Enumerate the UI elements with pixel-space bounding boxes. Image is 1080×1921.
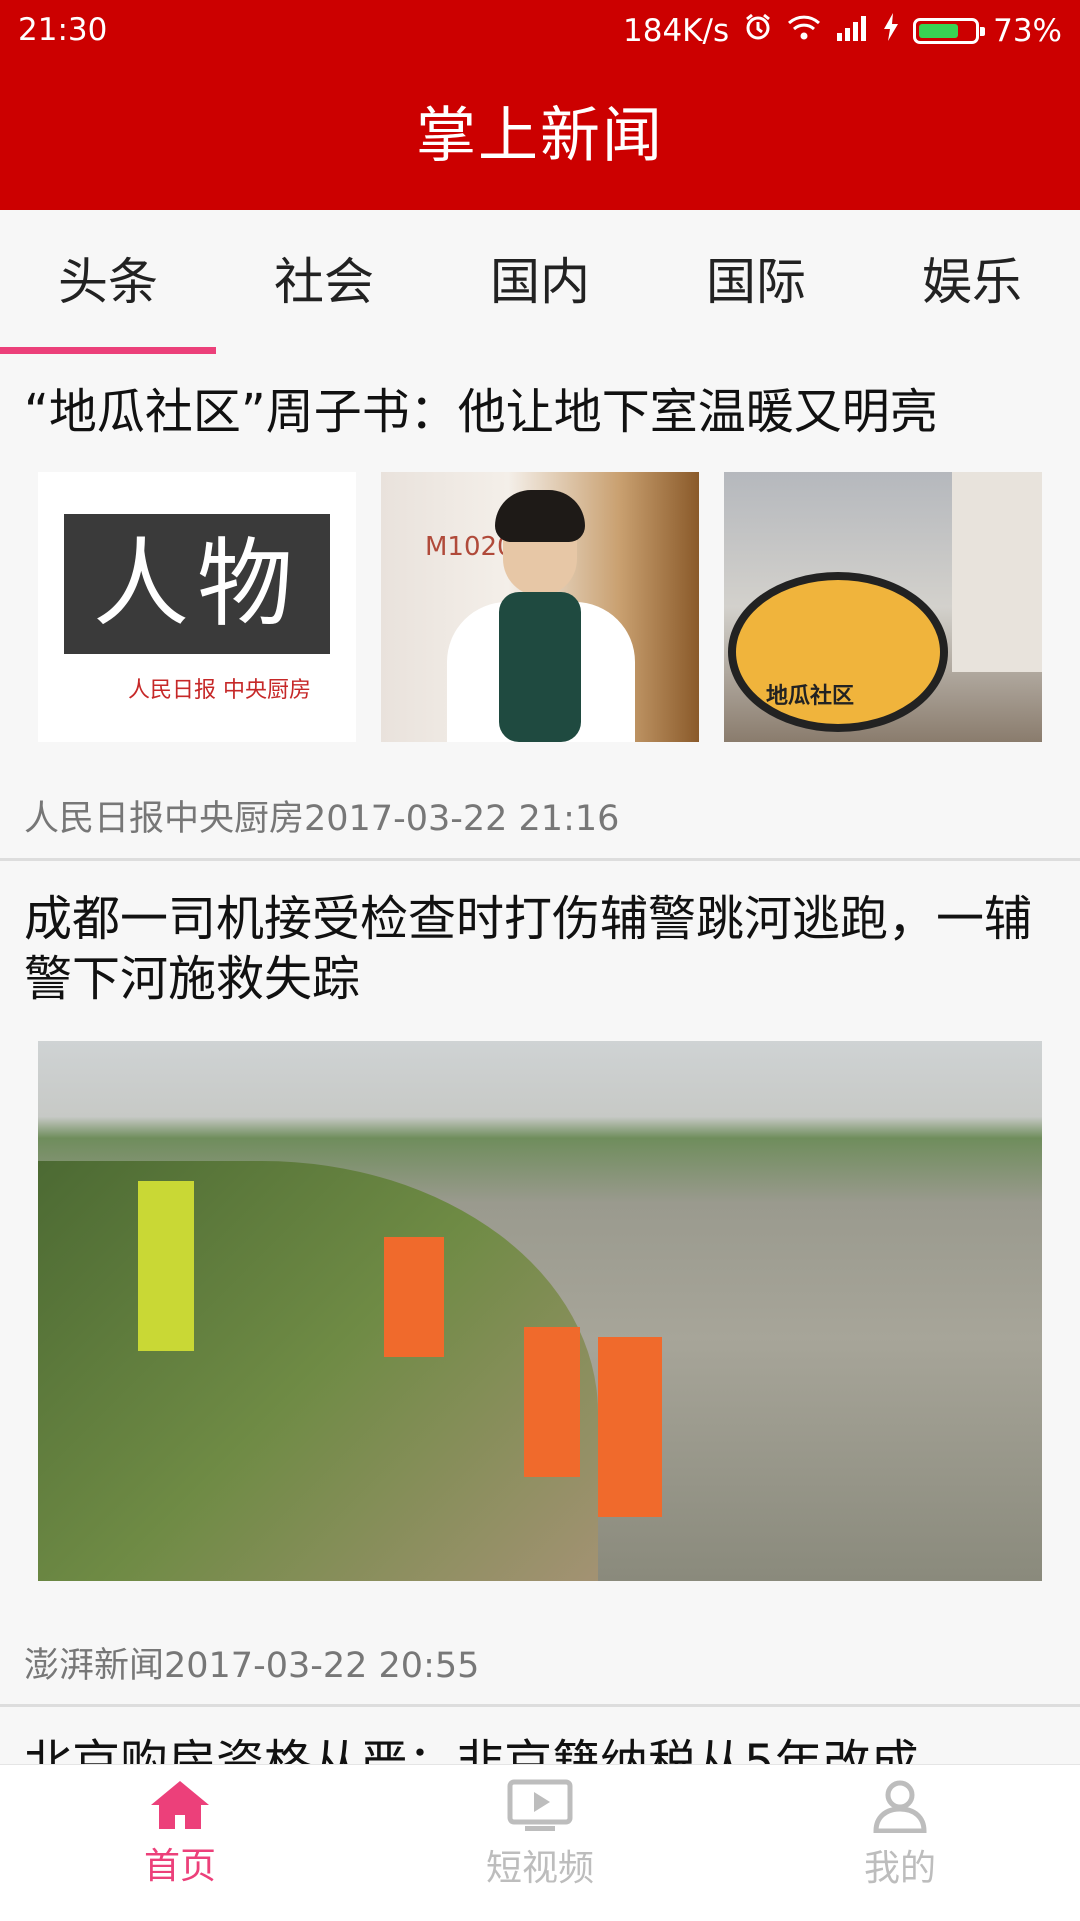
bottom-nav: 首页 短视频 我的 xyxy=(0,1764,1080,1921)
nav-mine[interactable]: 我的 xyxy=(720,1765,1080,1921)
tab-domestic[interactable]: 国内 xyxy=(432,210,648,354)
nav-home-label: 首页 xyxy=(143,1846,216,1887)
building xyxy=(952,472,1042,672)
logo-block: 人物 xyxy=(64,514,330,654)
scarf xyxy=(499,592,581,742)
battery-level xyxy=(919,24,959,38)
news-title[interactable]: “地瓜社区”周子书：他让地下室温暖又明亮 xyxy=(24,382,1056,442)
news-item[interactable]: “地瓜社区”周子书：他让地下室温暖又明亮 人物 人民日报 中央厨房 M1020 … xyxy=(0,354,1080,861)
alarm-icon xyxy=(743,12,773,50)
signal-icon xyxy=(835,13,869,49)
wifi-icon xyxy=(787,13,821,49)
tab-international[interactable]: 国际 xyxy=(648,210,864,354)
tab-headlines[interactable]: 头条 xyxy=(0,210,216,354)
status-bar: 21:30 184K/s 73% xyxy=(0,0,1080,62)
person-icon xyxy=(720,1779,1080,1833)
news-image-river[interactable] xyxy=(38,1041,1042,1581)
rescuer-4 xyxy=(598,1337,662,1517)
thumbnail-sign[interactable]: 地瓜社区 xyxy=(724,472,1042,742)
battery-percent: 73% xyxy=(993,13,1062,49)
rescuer-2 xyxy=(384,1237,444,1357)
battery-icon xyxy=(913,18,986,44)
status-time: 21:30 xyxy=(18,12,108,48)
thumbnail-logo[interactable]: 人物 人民日报 中央厨房 xyxy=(38,472,356,742)
logo-text: 人物 xyxy=(93,528,301,640)
rescuer-3 xyxy=(524,1327,580,1477)
network-speed: 184K/s xyxy=(623,13,730,49)
logo-caption: 人民日报 中央厨房 xyxy=(128,678,311,703)
thumbnail-portrait[interactable]: M1020 xyxy=(381,472,699,742)
video-icon xyxy=(360,1779,720,1833)
charging-icon xyxy=(883,13,899,49)
thumbnail-row: 人物 人民日报 中央厨房 M1020 地瓜社区 xyxy=(24,472,1056,742)
app-title: 掌上新闻 xyxy=(0,62,1080,210)
nav-mine-label: 我的 xyxy=(863,1848,936,1889)
news-item[interactable]: 北京购房资格从严：非京籍纳税从5年改成 xyxy=(0,1707,1080,1764)
news-title[interactable]: 成都一司机接受检查时打伤辅警跳河逃跑，一辅警下河施救失踪 xyxy=(24,889,1056,1009)
category-tabs: 头条 社会 国内 国际 娱乐 xyxy=(0,210,1080,354)
nav-video-label: 短视频 xyxy=(485,1848,594,1889)
news-meta: 澎湃新闻2017-03-22 20:55 xyxy=(24,1646,480,1686)
nav-home[interactable]: 首页 xyxy=(0,1765,360,1921)
riverbank xyxy=(38,1161,598,1581)
nav-short-video[interactable]: 短视频 xyxy=(360,1765,720,1921)
person-hair xyxy=(495,490,585,542)
news-meta: 人民日报中央厨房2017-03-22 21:16 xyxy=(24,799,620,839)
shop-sign-text: 地瓜社区 xyxy=(766,684,855,709)
status-right: 184K/s 73% xyxy=(623,12,1062,50)
home-icon xyxy=(0,1779,360,1831)
tab-society[interactable]: 社会 xyxy=(216,210,432,354)
news-feed[interactable]: “地瓜社区”周子书：他让地下室温暖又明亮 人物 人民日报 中央厨房 M1020 … xyxy=(0,354,1080,1764)
news-item[interactable]: 成都一司机接受检查时打伤辅警跳河逃跑，一辅警下河施救失踪 澎湃新闻2017-03… xyxy=(0,861,1080,1707)
tab-entertainment[interactable]: 娱乐 xyxy=(864,210,1080,354)
news-title[interactable]: 北京购房资格从严：非京籍纳税从5年改成 xyxy=(24,1733,1056,1764)
rescuer-1 xyxy=(138,1181,194,1351)
